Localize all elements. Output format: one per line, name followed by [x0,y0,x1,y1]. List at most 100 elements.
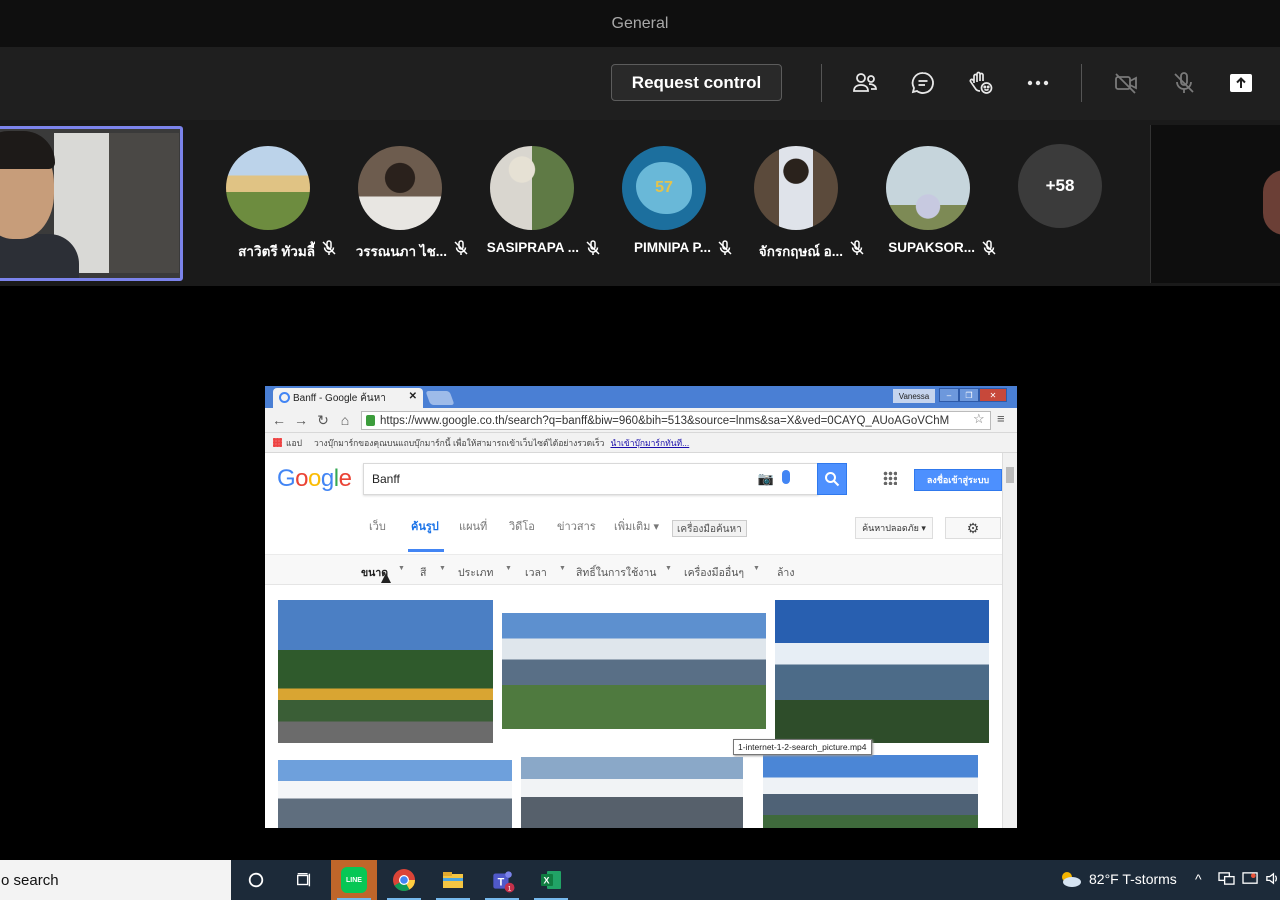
restore-icon[interactable]: ❐ [959,388,979,402]
excel-icon[interactable]: X [528,860,574,900]
participant-tile[interactable]: สาวิตรี ทัวมลี้ [201,146,336,266]
image-result[interactable] [278,760,512,828]
minimize-icon[interactable]: – [939,388,959,402]
participant-tile[interactable]: จักรกฤษณ์ อ... [729,146,864,266]
participant-name: วรรณนภา ไช... [355,244,447,259]
home-icon[interactable]: ⌂ [337,412,353,428]
participant-tile[interactable]: SASIPRAPA ... [465,146,600,266]
voice-search-icon[interactable] [782,470,790,484]
google-apps-icon[interactable] [883,471,897,485]
title-bar: General [0,0,1280,47]
avatar: 57 [622,146,706,230]
address-url: https://www.google.co.th/search?q=banff&… [380,414,950,427]
camera-off-icon[interactable] [1109,67,1143,99]
volume-icon[interactable] [1265,871,1280,889]
page-scrollbar[interactable] [1002,453,1017,828]
settings-gear-icon[interactable]: ⚙ [945,517,1001,539]
participant-tile[interactable]: SUPAKSOR... [861,146,996,266]
raise-hand-icon[interactable] [964,67,998,99]
people-icon[interactable] [848,67,882,99]
dropdown-caret-icon: ▼ [505,565,512,572]
browser-title-bar: Banff - Google ค้นหา ✕ Vanessa – ❐ ✕ [265,386,1017,408]
shared-screen: Banff - Google ค้นหา ✕ Vanessa – ❐ ✕ ← →… [265,386,1017,828]
more-options-icon[interactable] [1021,67,1055,99]
notification-screen-icon[interactable] [1242,871,1259,889]
participant-name: จักรกฤษณ์ อ... [758,244,843,259]
safe-search-dropdown[interactable]: ค้นหาปลอดภัย ▾ [855,517,933,539]
request-control-button[interactable]: Request control [611,64,782,101]
participant-name: PIMNIPA P... [633,240,711,255]
image-result[interactable] [502,613,766,729]
participant-name: สาวิตรี ทัวมลี้ [238,244,315,259]
filter-time[interactable]: เวลา [525,564,547,581]
filter-more-tools[interactable]: เครื่องมืออื่นๆ [684,564,744,581]
reload-icon[interactable]: ↻ [315,412,331,429]
browser-tab[interactable]: Banff - Google ค้นหา ✕ [273,388,423,408]
google-logo[interactable]: Google [277,465,352,493]
avatar-initials: 57 [636,162,692,214]
search-button[interactable] [817,463,847,495]
svg-text:1: 1 [508,885,512,892]
back-icon[interactable]: ← [271,412,287,428]
close-window-icon[interactable]: ✕ [979,388,1007,402]
search-tools-button[interactable]: เครื่องมือค้นหา [672,520,747,537]
video-filename-tooltip: 1-internet-1-2-search_picture.mp4 [733,739,872,755]
image-result[interactable] [763,755,978,828]
taskbar-search-box[interactable]: o search [0,860,231,900]
scrollbar-thumb[interactable] [1006,467,1014,483]
filter-type[interactable]: ประเภท [458,564,493,581]
participant-tile[interactable]: วรรณนภา ไช... [333,146,468,266]
filter-color[interactable]: สี [420,564,426,581]
line-app-icon[interactable]: LINE [331,860,377,900]
show-hidden-icons-icon[interactable]: ^ [1195,871,1202,887]
image-result[interactable] [278,600,493,743]
apps-label[interactable]: แอป [286,436,302,450]
teams-icon[interactable]: T1 [479,860,525,900]
more-participants-button[interactable]: +58 [1018,144,1102,228]
browser-menu-icon[interactable]: ≡ [997,411,1005,426]
dropdown-caret-icon: ▼ [439,565,446,572]
camera-search-icon[interactable]: 📷 [758,471,774,487]
tab-images[interactable]: ค้นรูป [411,517,439,535]
dropdown-caret-icon: ▼ [398,565,405,572]
sign-in-button[interactable]: ลงชื่อเข้าสู่ระบบ [914,469,1002,491]
side-video-tile[interactable] [1150,125,1280,283]
close-tab-icon[interactable]: ✕ [409,391,417,402]
search-input[interactable]: Banff 📷 [363,463,819,495]
participant-name: SASIPRAPA ... [486,240,579,255]
teams-meeting-window: General Request control สาวิตรี ทัวมลี้ … [0,0,1280,900]
filter-clear[interactable]: ล้าง [777,564,794,581]
share-tray-icon[interactable] [1224,67,1258,99]
image-result[interactable] [521,757,743,828]
address-bar[interactable]: https://www.google.co.th/search?q=banff&… [361,411,991,430]
filter-usage-rights[interactable]: สิทธิ์ในการใช้งาน [576,564,656,581]
import-bookmarks-link[interactable]: นำเข้าบุ๊กมาร์กทันที... [610,436,689,450]
mic-off-icon[interactable] [1167,67,1201,99]
network-icon[interactable] [1218,871,1235,889]
bookmark-star-icon[interactable]: ☆ [973,411,985,427]
search-icon [825,472,840,487]
file-explorer-icon[interactable] [430,860,476,900]
new-tab-button[interactable] [425,391,455,405]
tab-web[interactable]: เว็บ [369,517,386,535]
participant-tile[interactable]: 57 PIMNIPA P... [597,146,732,266]
task-view-icon[interactable] [281,860,327,900]
tab-news[interactable]: ข่าวสาร [557,517,596,535]
apps-grid-icon[interactable] [273,438,282,447]
weather-icon[interactable] [1058,869,1082,894]
toolbar-divider [821,64,822,102]
active-speaker-video[interactable] [0,126,183,281]
weather-text[interactable]: 82°F T-storms [1089,871,1177,887]
avatar [886,146,970,230]
chrome-icon[interactable] [381,860,427,900]
cortana-icon[interactable] [233,860,279,900]
tab-more[interactable]: เพิ่มเติม ▾ [614,517,659,535]
forward-icon[interactable]: → [293,412,309,428]
tab-maps[interactable]: แผนที่ [459,517,487,535]
avatar [226,146,310,230]
tab-videos[interactable]: วิดีโอ [509,517,535,535]
svg-text:T: T [498,876,505,888]
dropdown-caret-icon: ▼ [665,565,672,572]
chat-icon[interactable] [906,67,940,99]
image-result[interactable] [775,600,989,743]
